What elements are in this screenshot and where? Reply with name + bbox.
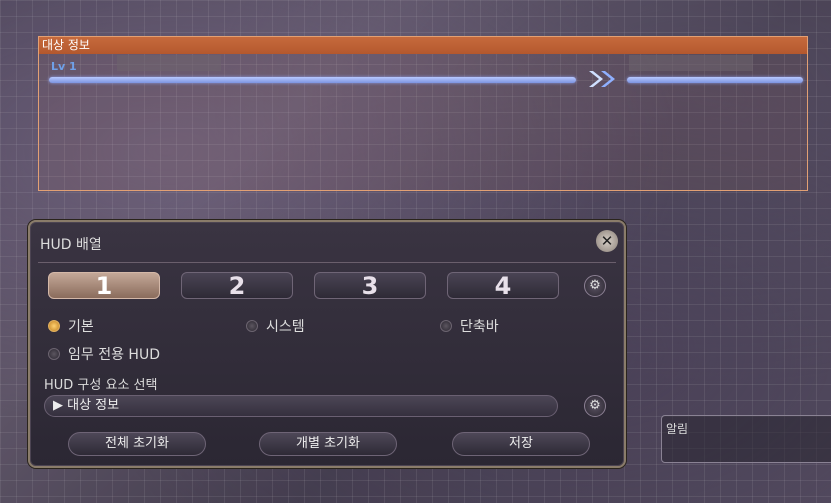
reset-all-button[interactable]: 전체 초기화 xyxy=(68,432,206,456)
save-button[interactable]: 저장 xyxy=(452,432,590,456)
notice-label: 알림 xyxy=(666,422,689,436)
double-chevron-right-icon xyxy=(589,71,615,87)
radio-hotbar[interactable]: 단축바 xyxy=(440,316,499,336)
gear-icon[interactable]: ⚙ xyxy=(584,275,606,297)
tab-layout-1[interactable]: 1 xyxy=(48,272,160,299)
reset-one-button[interactable]: 개별 초기화 xyxy=(259,432,397,456)
radio-basic[interactable]: 기본 xyxy=(48,316,94,336)
radio-dot xyxy=(440,320,452,332)
radio-hotbar-label: 단축바 xyxy=(460,319,499,335)
tab-layout-3[interactable]: 3 xyxy=(314,272,426,299)
panel-title: HUD 배열 xyxy=(40,237,102,253)
target-name-placeholder xyxy=(117,55,221,71)
title-divider xyxy=(38,262,616,263)
target-of-target-name-placeholder xyxy=(629,55,753,71)
tab-layout-4[interactable]: 4 xyxy=(447,272,559,299)
tab-layout-2[interactable]: 2 xyxy=(181,272,293,299)
target-level: Lv 1 xyxy=(51,60,77,73)
target-info-header: 대상 정보 xyxy=(39,37,807,54)
radio-system[interactable]: 시스템 xyxy=(246,316,305,336)
radio-system-label: 시스템 xyxy=(266,319,305,335)
radio-duty-hud[interactable]: 임무 전용 HUD xyxy=(48,344,160,364)
radio-duty-label: 임무 전용 HUD xyxy=(68,347,160,363)
close-icon[interactable]: ✕ xyxy=(596,230,618,252)
notice-frame[interactable]: 알림 xyxy=(661,415,831,463)
radio-dot xyxy=(48,348,60,360)
radio-dot xyxy=(246,320,258,332)
target-of-target-hp-bar xyxy=(627,77,803,83)
radio-basic-label: 기본 xyxy=(68,319,94,335)
component-select-label: HUD 구성 요소 선택 xyxy=(44,378,158,393)
component-dropdown[interactable]: ▶ 대상 정보 xyxy=(44,395,558,417)
radio-dot-selected xyxy=(48,320,60,332)
target-hp-bar xyxy=(49,77,576,83)
target-info-frame[interactable]: 대상 정보 Lv 1 xyxy=(38,36,808,191)
hud-layout-panel: HUD 배열 ✕ 1 2 3 4 ⚙ 기본 시스템 단축바 임무 전용 HUD … xyxy=(28,220,626,468)
gear-icon[interactable]: ⚙ xyxy=(584,395,606,417)
